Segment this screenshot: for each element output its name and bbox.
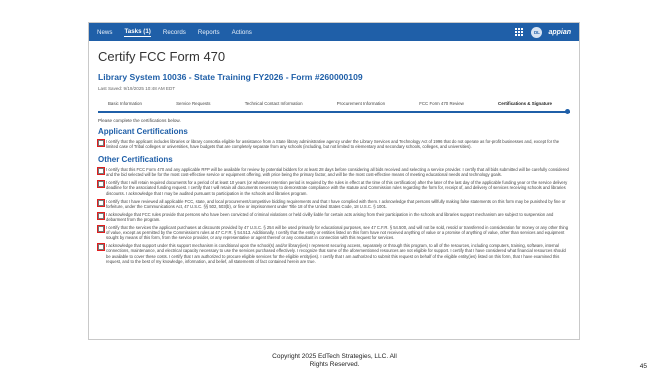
- page-title: Certify FCC Form 470: [98, 49, 226, 64]
- main-content: Certify FCC Form 470 Library System 1003…: [89, 41, 579, 264]
- certification-text: I certify that this FCC Form 470 and any…: [106, 167, 569, 178]
- nav-actions[interactable]: Actions: [232, 29, 252, 36]
- progress-stepper: Basic Information Service Requests Techn…: [98, 101, 570, 117]
- slide-page-number: 45: [639, 363, 647, 370]
- stepper-current-marker: [565, 109, 570, 114]
- certification-checkbox[interactable]: [96, 179, 106, 189]
- certification-checkbox[interactable]: [96, 138, 106, 148]
- nav-reports[interactable]: Reports: [198, 29, 220, 36]
- copyright-line-2: Rights Reserved.: [309, 361, 360, 368]
- certification-checkbox[interactable]: [96, 242, 106, 252]
- certification-checkbox[interactable]: [96, 198, 106, 208]
- nav-records[interactable]: Records: [163, 29, 186, 36]
- other-certification-item: I certify that this FCC Form 470 and any…: [96, 166, 570, 178]
- certification-checkbox[interactable]: [96, 224, 106, 234]
- certification-text: I acknowledge that FCC rules provide tha…: [106, 211, 554, 222]
- applicant-certification-item: I certify that the applicant includes li…: [96, 138, 570, 150]
- certification-checkbox[interactable]: [96, 211, 106, 221]
- app-grid-icon[interactable]: [515, 27, 524, 37]
- app-screenshot: News Tasks (1) Records Reports Actions D…: [88, 22, 580, 340]
- other-certification-item: I acknowledge that support under this su…: [96, 242, 570, 264]
- slide-footer: Copyright 2025 EdTech Strategies, LLC. A…: [0, 353, 669, 369]
- other-certification-item: I certify that I will retain required do…: [96, 179, 570, 196]
- step-form-470-review[interactable]: FCC Form 470 Review: [419, 101, 464, 106]
- nav-news[interactable]: News: [97, 29, 112, 36]
- other-certification-item: I certify that the services the applican…: [96, 224, 570, 241]
- certification-checkbox[interactable]: [96, 166, 106, 176]
- user-avatar[interactable]: DL: [531, 26, 543, 38]
- applicant-certifications-heading: Applicant Certifications: [98, 127, 188, 136]
- step-technical-contact[interactable]: Technical Contact Information: [245, 101, 303, 106]
- certification-text: I certify that I will retain required do…: [106, 180, 568, 196]
- other-certification-item: I acknowledge that FCC rules provide tha…: [96, 211, 570, 222]
- slide: News Tasks (1) Records Reports Actions D…: [0, 0, 669, 379]
- last-saved-timestamp: Last Saved: 9/19/2025 10:48 AM EDT: [98, 86, 176, 91]
- form-subtitle: Library System 10036 - State Training FY…: [98, 72, 363, 82]
- copyright-line-1: Copyright 2025 EdTech Strategies, LLC. A…: [272, 353, 397, 360]
- stepper-progress-bar: [98, 110, 570, 113]
- appian-logo: appian: [548, 28, 571, 36]
- certification-text: I acknowledge that support under this su…: [106, 243, 566, 264]
- step-certifications-signature[interactable]: Certifications & Signature: [498, 101, 552, 106]
- certification-text: I certify that I have reviewed all appli…: [106, 198, 566, 209]
- other-certification-item: I certify that I have reviewed all appli…: [96, 198, 570, 209]
- instructions-text: Please complete the certifications below…: [98, 118, 181, 123]
- certification-text: I certify that the services the applican…: [106, 225, 569, 241]
- top-navigation-bar: News Tasks (1) Records Reports Actions D…: [89, 23, 579, 41]
- other-certifications-heading: Other Certifications: [98, 155, 173, 165]
- nav-tasks[interactable]: Tasks (1): [124, 28, 151, 37]
- step-basic-information[interactable]: Basic Information: [108, 101, 142, 106]
- step-service-requests[interactable]: Service Requests: [176, 101, 210, 106]
- certification-text: I certify that the applicant includes li…: [106, 139, 560, 150]
- step-procurement-information[interactable]: Procurement Information: [337, 101, 385, 106]
